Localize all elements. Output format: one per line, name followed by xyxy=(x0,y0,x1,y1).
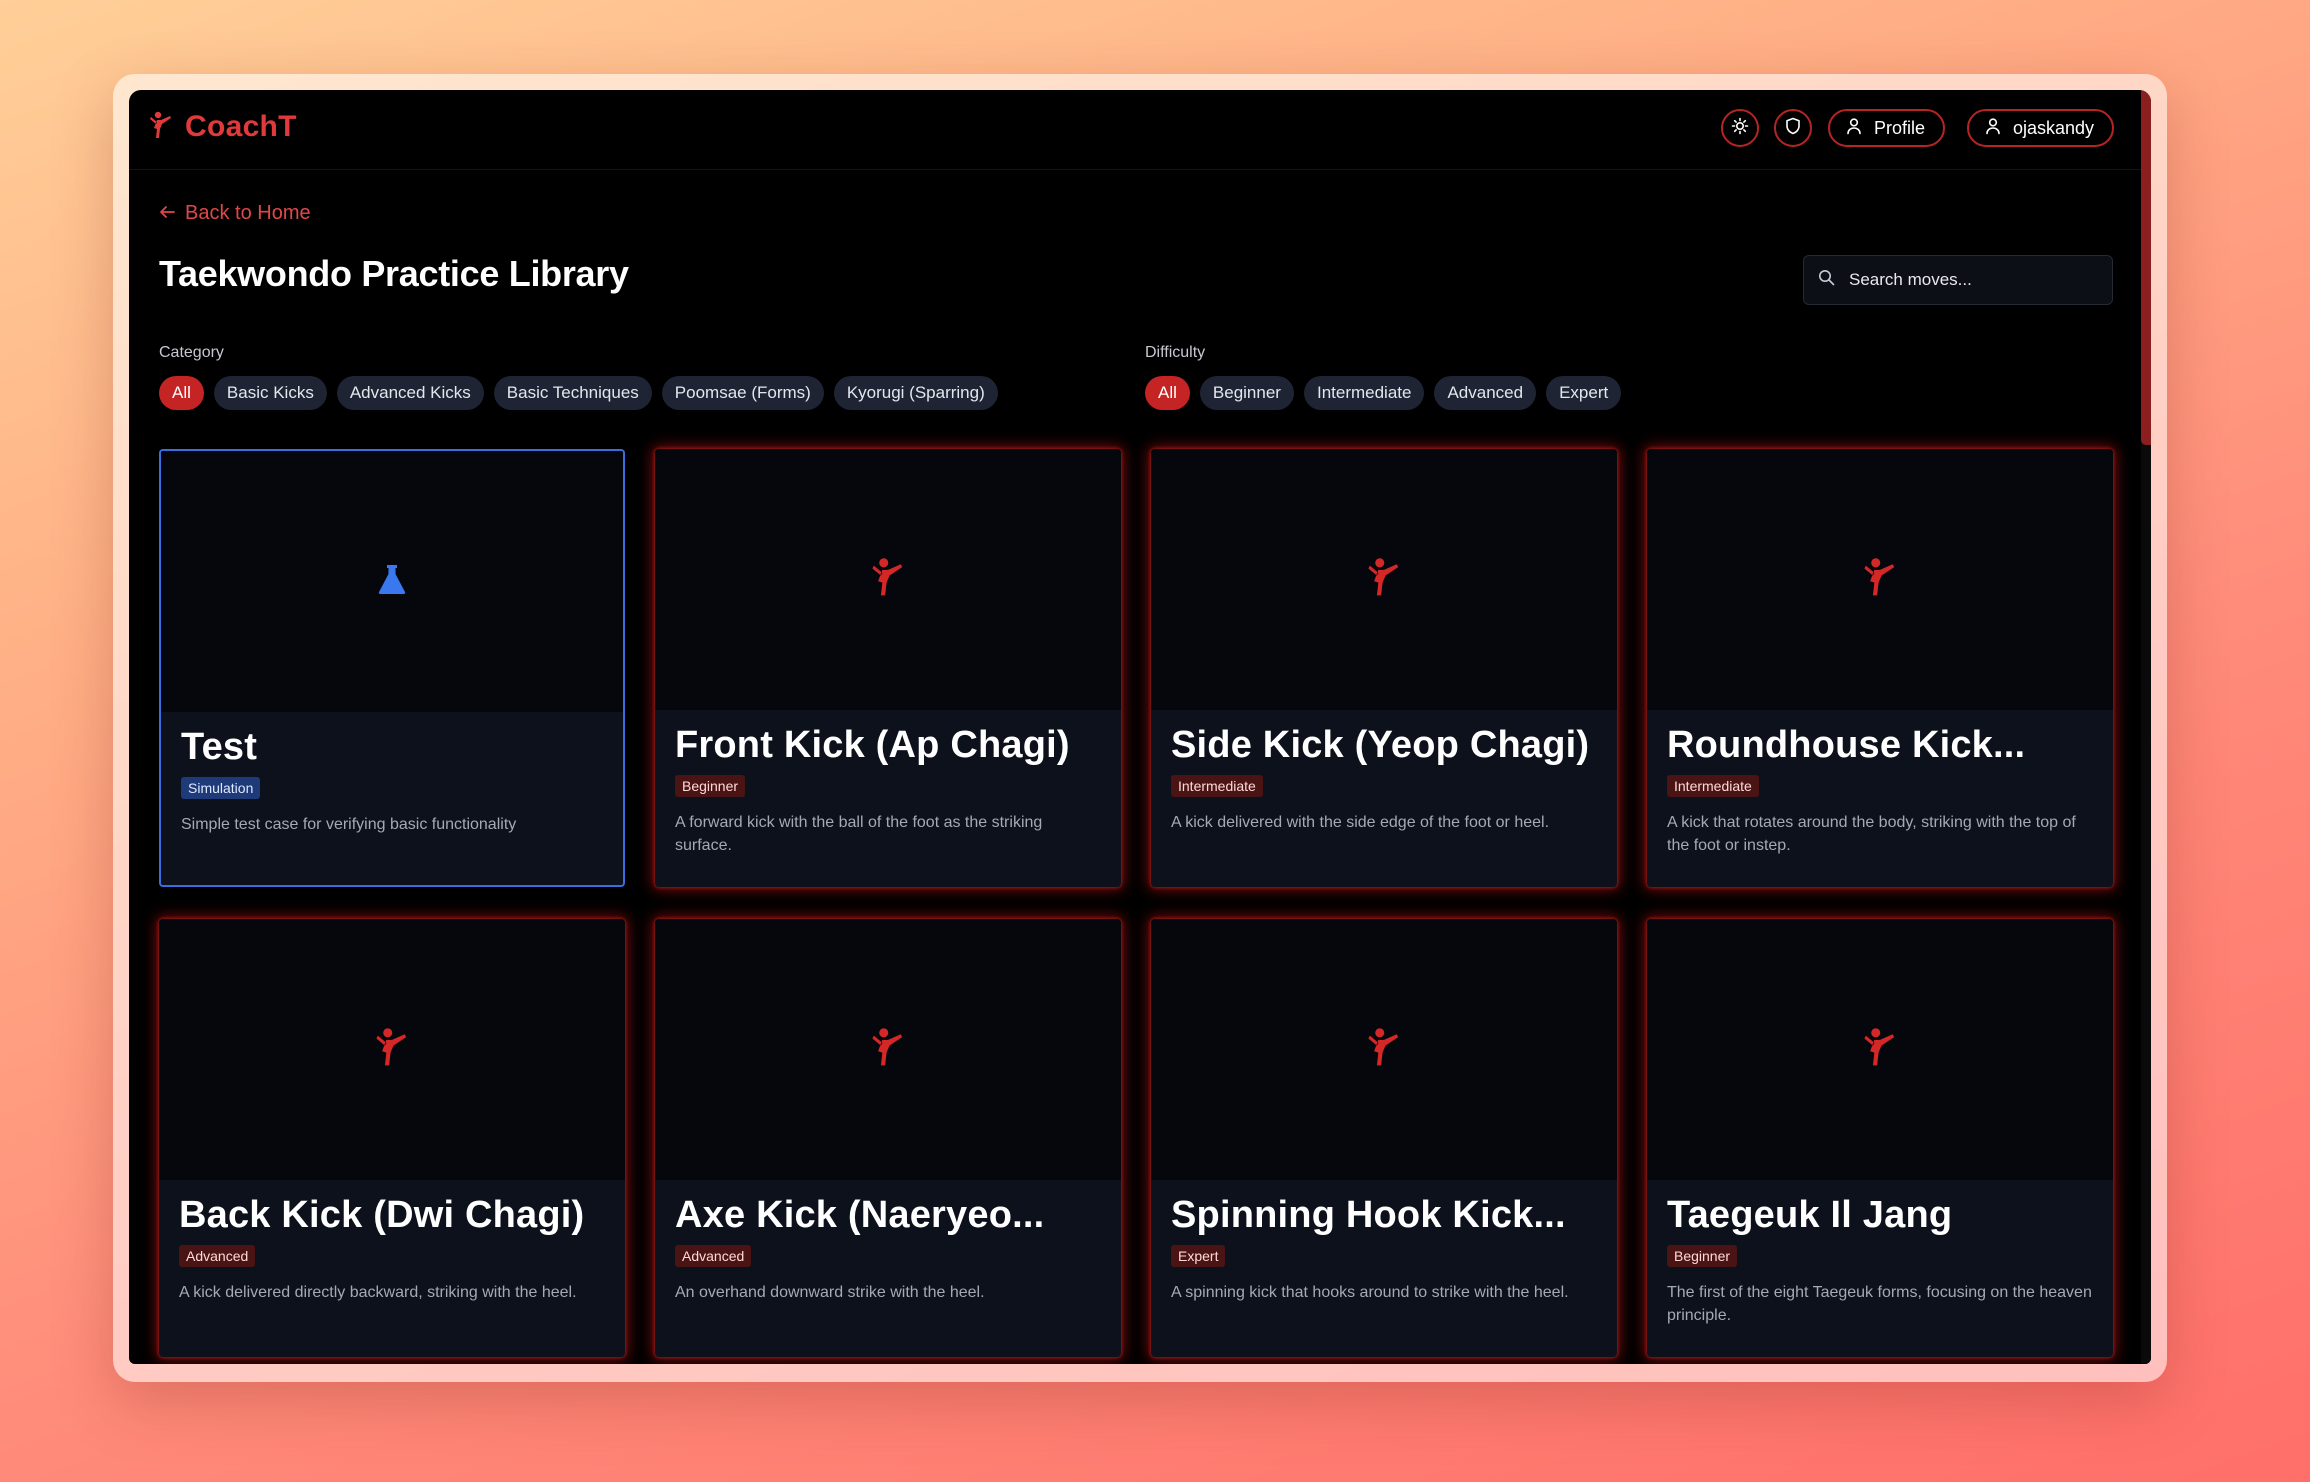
card-title: Test xyxy=(181,726,258,768)
category-chip-basic-techniques[interactable]: Basic Techniques xyxy=(493,376,652,410)
card-badge: Simulation xyxy=(181,777,261,799)
back-label: Back to Home xyxy=(185,202,311,224)
card-description: A kick that rotates around the body, str… xyxy=(1667,814,2076,854)
difficulty-chip-expert[interactable]: Expert xyxy=(1546,376,1622,410)
move-card[interactable]: Spinning Hook Kick... Expert A spinning … xyxy=(1151,919,1617,1357)
difficulty-chip-advanced[interactable]: Advanced xyxy=(1434,376,1537,410)
user-icon xyxy=(1846,117,1862,140)
card-description: A spinning kick that hooks around to str… xyxy=(1171,1284,1569,1301)
card-title: Axe Kick (Naeryeo... xyxy=(675,1194,1045,1236)
category-filter-chips: All Basic Kicks Advanced Kicks Basic Tec… xyxy=(159,376,998,410)
profile-label: Profile xyxy=(1874,117,1926,138)
move-card[interactable]: Side Kick (Yeop Chagi) Intermediate A ki… xyxy=(1151,449,1617,887)
page-title: Taekwondo Practice Library xyxy=(159,253,629,294)
move-card[interactable]: Axe Kick (Naeryeo... Advanced An overhan… xyxy=(655,919,1121,1357)
category-chip-advanced-kicks[interactable]: Advanced Kicks xyxy=(336,376,484,410)
top-navbar: CoachT Profile ojaskandy xyxy=(129,90,2141,170)
shield-icon xyxy=(1785,117,1801,140)
card-title: Spinning Hook Kick... xyxy=(1171,1194,1566,1236)
card-media xyxy=(655,919,1121,1180)
account-button[interactable]: ojaskandy xyxy=(1967,109,2115,147)
card-badge: Intermediate xyxy=(1171,775,1263,797)
card-badge: Intermediate xyxy=(1667,775,1759,797)
difficulty-filter-label: Difficulty xyxy=(1145,344,1206,361)
difficulty-chip-beginner[interactable]: Beginner xyxy=(1199,376,1294,410)
card-media xyxy=(1151,919,1617,1180)
card-media xyxy=(655,449,1121,710)
search-input[interactable] xyxy=(1849,270,2089,290)
card-badge: Advanced xyxy=(179,1245,256,1267)
card-media xyxy=(1151,449,1617,710)
kicking-figure-icon xyxy=(375,1027,409,1072)
move-card[interactable]: Front Kick (Ap Chagi) Beginner A forward… xyxy=(655,449,1121,887)
kicking-figure-icon xyxy=(1367,557,1401,602)
difficulty-chip-intermediate[interactable]: Intermediate xyxy=(1303,376,1425,410)
card-description: A kick delivered with the side edge of t… xyxy=(1171,814,1550,831)
category-chip-poomsae[interactable]: Poomsae (Forms) xyxy=(661,376,824,410)
card-media xyxy=(1647,919,2113,1180)
card-title: Front Kick (Ap Chagi) xyxy=(675,724,1070,766)
category-chip-all[interactable]: All xyxy=(159,376,204,410)
card-badge: Advanced xyxy=(675,1245,752,1267)
card-description: An overhand downward strike with the hee… xyxy=(675,1284,985,1301)
username-label: ojaskandy xyxy=(2013,117,2095,138)
card-title: Taegeuk Il Jang xyxy=(1667,1194,1953,1236)
flask-icon xyxy=(377,563,407,600)
card-title: Side Kick (Yeop Chagi) xyxy=(1171,724,1590,766)
card-description: The first of the eight Taegeuk forms, fo… xyxy=(1667,1284,2092,1324)
shield-button[interactable] xyxy=(1774,109,1812,147)
card-description: A kick delivered directly backward, stri… xyxy=(179,1284,577,1301)
profile-button[interactable]: Profile xyxy=(1828,109,1946,147)
kicking-figure-icon xyxy=(871,557,905,602)
card-description: A forward kick with the ball of the foot… xyxy=(675,814,1043,854)
category-filter-label: Category xyxy=(159,344,224,361)
card-badge: Beginner xyxy=(1667,1245,1738,1267)
scrollbar-track[interactable] xyxy=(2141,90,2151,1364)
back-to-home-link[interactable]: Back to Home xyxy=(159,202,311,225)
card-media xyxy=(1647,449,2113,710)
brand-logo-link[interactable]: CoachT xyxy=(149,110,297,144)
kicking-figure-icon xyxy=(1367,1027,1401,1072)
card-title: Back Kick (Dwi Chagi) xyxy=(179,1194,585,1236)
difficulty-filter-chips: All Beginner Intermediate Advanced Exper… xyxy=(1145,376,1622,410)
card-badge: Expert xyxy=(1171,1245,1226,1267)
move-card[interactable]: Taegeuk Il Jang Beginner The first of th… xyxy=(1647,919,2113,1357)
move-card[interactable]: Back Kick (Dwi Chagi) Advanced A kick de… xyxy=(159,919,625,1357)
kicking-figure-icon xyxy=(871,1027,905,1072)
category-chip-kyorugi[interactable]: Kyorugi (Sparring) xyxy=(833,376,998,410)
move-card-grid: Test Simulation Simple test case for ver… xyxy=(159,449,2113,1357)
category-chip-basic-kicks[interactable]: Basic Kicks xyxy=(213,376,327,410)
card-badge: Beginner xyxy=(675,775,746,797)
move-card[interactable]: Roundhouse Kick... Intermediate A kick t… xyxy=(1647,449,2113,887)
search-icon xyxy=(1818,269,1835,291)
kicking-figure-icon xyxy=(1863,557,1897,602)
user-icon xyxy=(1985,117,2001,140)
arrow-left-icon xyxy=(159,202,175,225)
card-title: Roundhouse Kick... xyxy=(1667,724,2026,766)
card-media xyxy=(161,451,623,712)
brand-name: CoachT xyxy=(185,110,297,143)
difficulty-chip-all[interactable]: All xyxy=(1145,376,1190,410)
kicking-figure-icon xyxy=(149,111,173,144)
move-card[interactable]: Test Simulation Simple test case for ver… xyxy=(159,449,625,887)
scrollbar-thumb[interactable] xyxy=(2141,90,2151,445)
app-window: CoachT Profile ojaskandy Back to Home Ta… xyxy=(129,90,2151,1364)
theme-toggle-button[interactable] xyxy=(1721,109,1759,147)
card-description: Simple test case for verifying basic fun… xyxy=(181,816,517,833)
card-media xyxy=(159,919,625,1180)
search-box[interactable] xyxy=(1803,255,2113,305)
kicking-figure-icon xyxy=(1863,1027,1897,1072)
sun-icon xyxy=(1731,117,1749,140)
